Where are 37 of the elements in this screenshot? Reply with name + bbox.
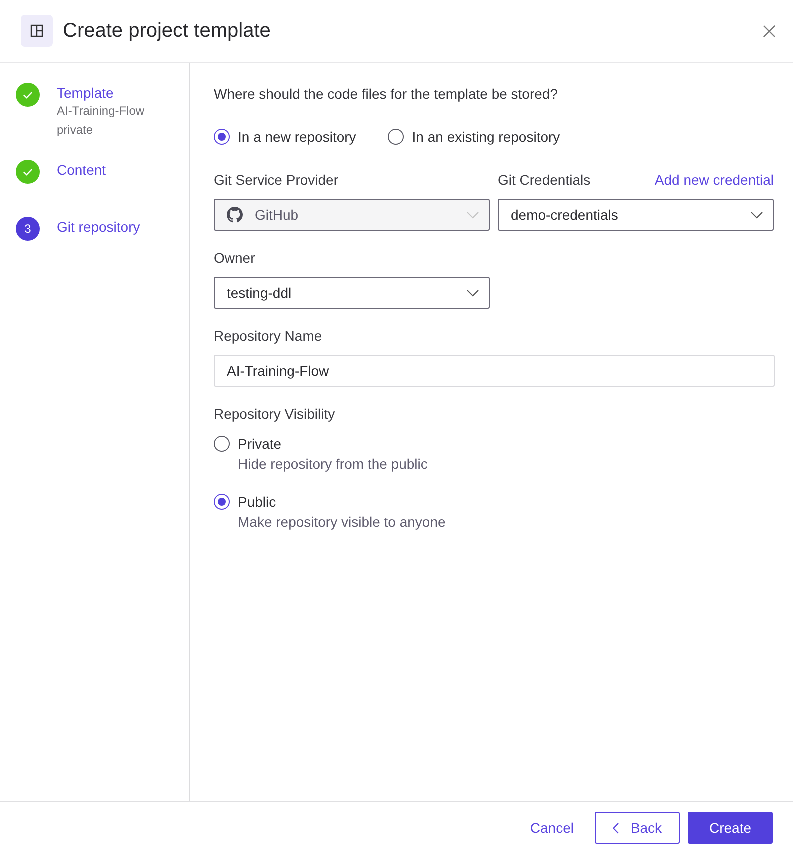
field-label: Repository Visibility (214, 405, 336, 424)
radio-label[interactable]: Public (238, 492, 276, 512)
dialog-title: Create project template (63, 20, 272, 42)
radio-button[interactable] (214, 494, 230, 510)
owner-select[interactable]: testing-ddl (214, 277, 490, 309)
field-label: Owner (214, 249, 256, 268)
option-description: Hide repository from the public (238, 455, 428, 474)
repository-name-input[interactable]: AI-Training-Flow (214, 355, 775, 387)
close-icon[interactable] (763, 24, 776, 38)
radio-label[interactable]: In a new repository (238, 127, 356, 147)
radio-label[interactable]: In an existing repository (412, 127, 560, 147)
cat-logo-icon (227, 207, 243, 223)
step-detail: private (57, 122, 94, 139)
chevron-down-icon (467, 212, 479, 218)
step-label[interactable]: Template (57, 84, 114, 102)
chevron-down-icon (751, 212, 763, 218)
chevron-down-icon (467, 290, 479, 296)
question-text: Where should the code files for the template be stored? (214, 85, 559, 104)
field-label: Git Service Provider (214, 171, 338, 190)
step-detail: AI-Training-Flow (57, 103, 145, 120)
radio-button[interactable] (388, 129, 404, 145)
step-number: 3 (16, 217, 40, 241)
back-button[interactable]: Back (595, 812, 680, 844)
field-label: Repository Name (214, 327, 322, 346)
cancel-button[interactable]: Cancel (517, 812, 587, 844)
credentials-select[interactable]: demo-credentials (498, 199, 774, 231)
create-button[interactable]: Create (688, 812, 773, 844)
radio-button[interactable] (214, 129, 230, 145)
step-label[interactable]: Git repository (57, 218, 140, 236)
step-label[interactable]: Content (57, 161, 106, 179)
option-description: Make repository visible to anyone (238, 513, 446, 532)
radio-label[interactable]: Private (238, 434, 282, 454)
field-label: Git Credentials (498, 171, 591, 190)
layout-icon (21, 15, 53, 47)
add-credential-link[interactable]: Add new credential (654, 170, 774, 190)
radio-button[interactable] (214, 436, 230, 452)
chevron-left-icon (612, 822, 619, 834)
